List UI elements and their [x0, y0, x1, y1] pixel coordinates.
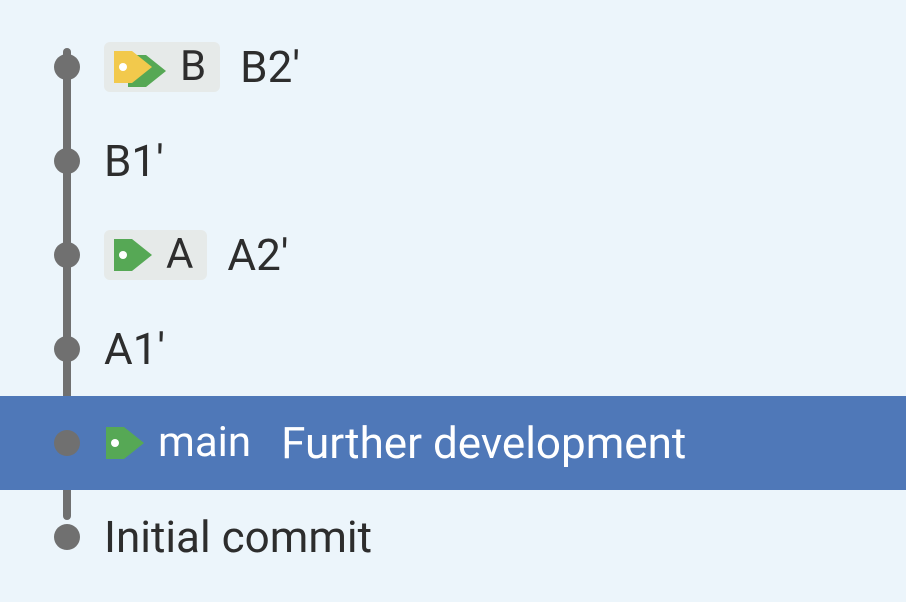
commit-row[interactable]: main Further development — [0, 396, 906, 490]
commit-dot-icon — [54, 54, 80, 80]
branch-label: A — [166, 234, 193, 276]
commit-log: B B2' B1' A A2' A1' — [0, 0, 906, 584]
commit-message: B2' — [240, 45, 300, 89]
tag-icon — [112, 47, 156, 87]
branch-badge[interactable]: A — [104, 230, 207, 280]
branch-badge[interactable]: B — [104, 42, 220, 92]
branch-label: B — [180, 46, 206, 88]
tag-icon — [112, 235, 156, 275]
commit-message: Further development — [281, 421, 686, 465]
branch-badge[interactable]: main — [104, 418, 261, 468]
tag-icon — [104, 423, 148, 463]
commit-dot-icon — [54, 336, 80, 362]
tag-stack-icon — [112, 235, 156, 275]
commit-message: A2' — [227, 233, 288, 277]
commit-row[interactable]: B1' — [0, 114, 906, 208]
commit-dot-icon — [54, 430, 80, 456]
tag-stack-icon — [104, 423, 148, 463]
commit-message: Initial commit — [104, 515, 372, 559]
commit-message: B1' — [104, 139, 164, 183]
commit-message: A1' — [104, 327, 165, 371]
commit-dot-icon — [54, 242, 80, 268]
commit-dot-icon — [54, 148, 80, 174]
commit-row[interactable]: A A2' — [0, 208, 906, 302]
commit-row[interactable]: Initial commit — [0, 490, 906, 584]
branch-label: main — [158, 422, 251, 464]
tag-stack-icon — [112, 47, 170, 87]
commit-row[interactable]: B B2' — [0, 20, 906, 114]
commit-row[interactable]: A1' — [0, 302, 906, 396]
commit-dot-icon — [54, 524, 80, 550]
